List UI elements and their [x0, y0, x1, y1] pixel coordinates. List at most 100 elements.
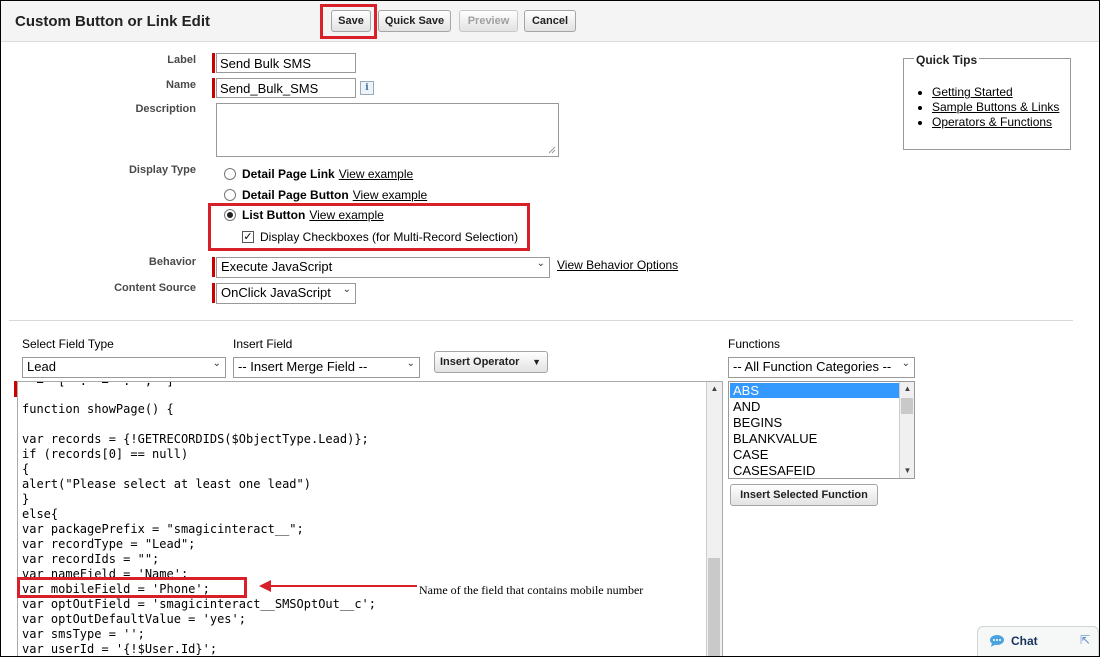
- checkbox-label: Display Checkboxes (for Multi-Record Sel…: [260, 230, 519, 244]
- page-title: Custom Button or Link Edit: [15, 13, 210, 30]
- display-checkboxes-option[interactable]: ✓ Display Checkboxes (for Multi-Record S…: [242, 230, 518, 244]
- insert-operator-button[interactable]: Insert Operator ▼: [434, 351, 548, 373]
- code-line-partial: = [ : = : ; ]: [22, 381, 174, 388]
- code-line: var recordType = "Lead";: [22, 537, 196, 551]
- quick-tip-link[interactable]: Getting Started: [932, 85, 1013, 99]
- resize-grip-icon[interactable]: [548, 146, 556, 154]
- function-option[interactable]: AND: [733, 399, 898, 414]
- checkbox-checked[interactable]: ✓: [242, 231, 254, 243]
- radio-button[interactable]: [224, 189, 236, 201]
- view-example-link[interactable]: View example: [339, 167, 413, 181]
- insert-selected-function-button[interactable]: Insert Selected Function: [730, 484, 878, 506]
- display-type-option-list-button[interactable]: List Button View example: [224, 208, 384, 222]
- name-input[interactable]: [216, 78, 356, 98]
- insert-field-label: Insert Field: [233, 337, 293, 351]
- code-line: var recordIds = "";: [22, 552, 160, 566]
- view-example-link[interactable]: View example: [309, 208, 383, 222]
- chat-label: Chat: [1011, 634, 1038, 648]
- expand-icon[interactable]: ⇱: [1080, 633, 1090, 647]
- code-line: var userId = '{!$User.Id}';: [22, 642, 218, 656]
- quick-tip-link[interactable]: Operators & Functions: [932, 115, 1052, 129]
- option-label: Detail Page Button: [242, 188, 349, 202]
- scroll-up-icon[interactable]: ▲: [900, 382, 914, 396]
- code-line: var packagePrefix = "smagicinteract__";: [22, 522, 304, 536]
- function-option[interactable]: BLANKVALUE: [733, 431, 898, 446]
- code-editor-scrollbar[interactable]: ▲: [706, 382, 722, 656]
- selected-value: Execute JavaScript: [221, 259, 333, 274]
- chevron-down-icon: ⌄: [212, 358, 221, 369]
- functions-listbox[interactable]: ABS AND BEGINS BLANKVALUE CASE CASESAFEI…: [728, 381, 915, 479]
- code-line: if (records[0] == null): [22, 447, 189, 461]
- required-indicator: [212, 53, 215, 73]
- chevron-down-icon: ⌄: [901, 358, 910, 369]
- code-line: var nameField = 'Name';: [22, 567, 189, 581]
- required-indicator: [212, 257, 215, 277]
- selected-value: -- Insert Merge Field --: [238, 359, 368, 374]
- quick-tip-item[interactable]: Getting Started: [932, 85, 1059, 100]
- behavior-label: Behavior: [148, 256, 196, 268]
- quick-tips-title: Quick Tips: [914, 53, 980, 67]
- code-line: {: [22, 462, 30, 476]
- code-line: var smsType = '';: [22, 627, 145, 641]
- code-line: }: [22, 492, 30, 506]
- description-textarea[interactable]: [216, 103, 559, 157]
- behavior-select[interactable]: Execute JavaScript ⌄: [216, 257, 550, 278]
- label-input[interactable]: [216, 53, 356, 73]
- function-option[interactable]: BEGINS: [733, 415, 898, 430]
- cancel-button[interactable]: Cancel: [524, 10, 576, 32]
- display-type-option-detail-link[interactable]: Detail Page Link View example: [224, 167, 413, 181]
- code-editor[interactable]: = [ : = : ; ] function showPage() { var …: [17, 381, 723, 656]
- selected-value: OnClick JavaScript: [221, 285, 331, 300]
- view-example-link[interactable]: View example: [353, 188, 427, 202]
- quick-tips-list: Getting Started Sample Buttons & Links O…: [918, 85, 1059, 130]
- code-line: var records = {!GETRECORDIDS($ObjectType…: [22, 432, 369, 446]
- function-category-select[interactable]: -- All Function Categories -- ⌄: [728, 357, 915, 378]
- option-label: List Button: [242, 208, 306, 222]
- quick-tip-item[interactable]: Sample Buttons & Links: [932, 100, 1059, 115]
- scroll-up-icon[interactable]: ▲: [707, 382, 722, 396]
- view-behavior-options-link[interactable]: View Behavior Options: [557, 258, 678, 272]
- quick-tip-link[interactable]: Sample Buttons & Links: [932, 100, 1059, 114]
- functions-scrollbar[interactable]: ▲ ▼: [899, 382, 914, 478]
- custom-button-edit-page: Custom Button or Link Edit Save Quick Sa…: [0, 0, 1100, 657]
- info-icon[interactable]: i: [360, 81, 374, 95]
- display-type-label: Display Type: [128, 164, 196, 176]
- annotation-text: Name of the field that contains mobile n…: [419, 583, 644, 597]
- option-label: Detail Page Link: [242, 167, 335, 181]
- display-type-option-detail-button[interactable]: Detail Page Button View example: [224, 188, 427, 202]
- description-field-label: Description: [135, 103, 196, 115]
- save-button[interactable]: Save: [331, 10, 371, 32]
- arrow-left-icon: [259, 580, 417, 592]
- quick-tip-item[interactable]: Operators & Functions: [932, 115, 1059, 130]
- code-line-mobile-field: var mobileField = 'Phone';: [22, 582, 210, 596]
- function-option[interactable]: CASE: [733, 447, 898, 462]
- insert-field-select[interactable]: -- Insert Merge Field -- ⌄: [233, 357, 420, 378]
- scrollbar-thumb[interactable]: [708, 558, 720, 656]
- functions-label: Functions: [728, 337, 781, 351]
- scroll-down-icon[interactable]: ▼: [900, 464, 914, 478]
- preview-button[interactable]: Preview: [459, 10, 518, 32]
- required-indicator: [212, 78, 215, 98]
- function-option[interactable]: CASESAFEID: [733, 463, 898, 478]
- quick-tips-panel: Quick Tips Getting Started Sample Button…: [903, 53, 1071, 150]
- code-line: else{: [22, 507, 59, 521]
- content-source-label: Content Source: [114, 282, 196, 294]
- label-field-label: Label: [167, 54, 196, 66]
- scrollbar-thumb[interactable]: [901, 398, 913, 414]
- chevron-down-icon: ⌄: [536, 258, 545, 269]
- code-line: var optOutDefaultValue = 'yes';: [22, 612, 246, 626]
- button-label: Insert Operator: [440, 356, 520, 368]
- code-line: var optOutField = 'smagicinteract__SMSOp…: [22, 597, 377, 611]
- radio-button-selected[interactable]: [224, 209, 236, 221]
- selected-value: -- All Function Categories --: [733, 359, 892, 374]
- page-header: Custom Button or Link Edit Save Quick Sa…: [1, 1, 1099, 42]
- code-line: alert("Please select at least one lead"): [22, 477, 311, 491]
- radio-button[interactable]: [224, 168, 236, 180]
- content-source-select[interactable]: OnClick JavaScript ⌄: [216, 283, 356, 304]
- chat-widget[interactable]: Chat ⇱: [977, 626, 1099, 656]
- field-type-select[interactable]: Lead ⌄: [22, 357, 226, 378]
- chat-bubble-icon: [990, 635, 1004, 647]
- function-option-selected[interactable]: ABS: [730, 383, 899, 398]
- quick-save-button[interactable]: Quick Save: [378, 10, 451, 32]
- triangle-down-icon: ▼: [532, 357, 541, 367]
